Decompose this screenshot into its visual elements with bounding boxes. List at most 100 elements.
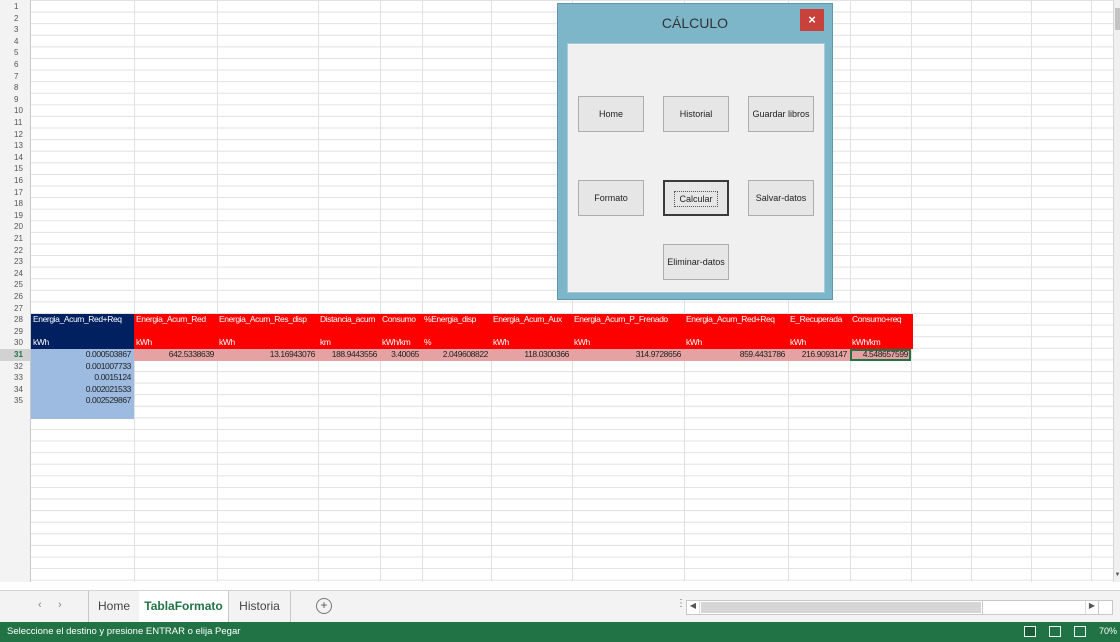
unit-cell[interactable]: kWh	[684, 337, 790, 349]
row-header[interactable]: 5	[0, 47, 30, 59]
unit-cell[interactable]: kWh/km	[850, 337, 913, 349]
data-cell[interactable]: 0.0015124	[31, 372, 134, 384]
historial-button[interactable]: Historial	[663, 96, 729, 132]
row-header[interactable]: 7	[0, 71, 30, 83]
row-header[interactable]: 28	[0, 314, 30, 326]
data-cell[interactable]: 118.0300366	[491, 349, 572, 361]
unit-cell[interactable]: kWh/km	[380, 337, 424, 349]
tab-split-handle[interactable]: ⋮	[676, 598, 686, 609]
row-header[interactable]: 16	[0, 175, 30, 187]
data-cell[interactable]: 188.9443556	[318, 349, 380, 361]
row-header[interactable]: 18	[0, 198, 30, 210]
data-cell[interactable]: 0.002021533	[31, 383, 134, 396]
row-header[interactable]: 23	[0, 256, 30, 268]
column-header-cell[interactable]: %Energia_disp	[422, 314, 493, 326]
row-header[interactable]: 24	[0, 268, 30, 280]
tab-home[interactable]: Home	[88, 591, 140, 622]
row-header[interactable]: 26	[0, 291, 30, 303]
close-icon[interactable]: ×	[800, 9, 824, 31]
row-header[interactable]: 13	[0, 140, 30, 152]
row-header[interactable]: 6	[0, 59, 30, 71]
data-cell[interactable]: 0.002529867	[31, 395, 134, 407]
page-layout-icon[interactable]	[1049, 626, 1061, 637]
column-header-cell[interactable]: Consumo+req	[850, 314, 913, 326]
column-header-cell[interactable]: Consumo	[380, 314, 424, 326]
scroll-down-icon[interactable]: ▼	[1114, 572, 1120, 582]
column-header-cell[interactable]: Distancia_acum	[318, 314, 382, 326]
row-header[interactable]: 8	[0, 82, 30, 94]
data-cell[interactable]: 859.4431786	[684, 349, 788, 361]
data-cell[interactable]	[31, 407, 134, 419]
unit-cell[interactable]: kWh	[31, 337, 136, 349]
data-cell[interactable]: 642.5338639	[134, 349, 217, 361]
row-header[interactable]: 19	[0, 210, 30, 222]
horizontal-scroll-thumb[interactable]	[701, 602, 981, 613]
tab-next-icon[interactable]: ›	[58, 599, 62, 611]
column-header-cell[interactable]: Energia_Acum_Red+Req	[684, 314, 790, 326]
tab-prev-icon[interactable]: ‹	[38, 599, 42, 611]
row-header[interactable]: 35	[0, 395, 30, 407]
guardar-libros-button[interactable]: Guardar libros	[748, 96, 814, 132]
horizontal-scroll-track[interactable]: ▶	[982, 600, 1099, 615]
column-header-cell[interactable]: Energia_Acum_Red+Req	[31, 314, 136, 326]
zoom-level[interactable]: 70%	[1099, 626, 1117, 636]
page-break-icon[interactable]	[1074, 626, 1086, 637]
row-header[interactable]: 9	[0, 94, 30, 106]
row-header[interactable]: 12	[0, 129, 30, 141]
selected-cell[interactable]: 4.548657599	[850, 349, 911, 361]
column-header-cell[interactable]: Energia_Acum_P_Frenado	[572, 314, 686, 326]
row-header[interactable]: 10	[0, 105, 30, 117]
data-cell[interactable]: 0.001007733	[31, 360, 134, 373]
scroll-right-icon[interactable]: ▶	[1085, 601, 1098, 614]
eliminar-datos-button[interactable]: Eliminar-datos	[663, 244, 729, 280]
row-header[interactable]: 17	[0, 187, 30, 199]
row-header[interactable]: 11	[0, 117, 30, 129]
home-button[interactable]: Home	[578, 96, 644, 132]
unit-cell[interactable]: kWh	[134, 337, 219, 349]
unit-cell[interactable]: kWh	[788, 337, 852, 349]
row-header[interactable]: 27	[0, 303, 30, 315]
column-header-cell[interactable]: Energia_Acum_Res_disp	[217, 314, 320, 326]
row-header[interactable]: 32	[0, 361, 30, 373]
calcular-button[interactable]: Calcular	[663, 180, 729, 216]
unit-cell[interactable]: kWh	[572, 337, 686, 349]
unit-cell[interactable]: kWh	[217, 337, 320, 349]
row-header[interactable]: 22	[0, 245, 30, 257]
data-cell[interactable]: 13.16943076	[217, 349, 318, 361]
unit-cell[interactable]: km	[318, 337, 382, 349]
row-header[interactable]: 34	[0, 384, 30, 396]
column-header-cell[interactable]: E_Recuperada	[788, 314, 852, 326]
row-header[interactable]: 3	[0, 24, 30, 36]
row-header[interactable]: 25	[0, 279, 30, 291]
tab-historia[interactable]: Historia	[229, 591, 291, 622]
unit-cell[interactable]: kWh	[491, 337, 574, 349]
row-header[interactable]: 2	[0, 13, 30, 25]
vertical-scrollbar[interactable]: ▼	[1113, 0, 1120, 582]
row-header[interactable]: 21	[0, 233, 30, 245]
row-header[interactable]: 31	[0, 349, 30, 361]
data-cell[interactable]: 2.049608822	[422, 349, 491, 361]
normal-view-icon[interactable]	[1024, 626, 1036, 637]
formato-button[interactable]: Formato	[578, 180, 644, 216]
row-header[interactable]: 29	[0, 326, 30, 338]
row-header[interactable]: 1	[0, 1, 30, 13]
dialog-title: CÁLCULO	[661, 15, 729, 31]
row-header[interactable]: 20	[0, 221, 30, 233]
row-header[interactable]: 14	[0, 152, 30, 164]
column-header-cell[interactable]: Energia_Acum_Red	[134, 314, 219, 326]
unit-cell[interactable]: %	[422, 337, 493, 349]
data-cell[interactable]: 314.9728656	[572, 349, 684, 361]
row-header[interactable]: 30	[0, 337, 30, 349]
tab-tablaformato[interactable]: TablaFormato	[139, 591, 229, 624]
row-header[interactable]: 15	[0, 163, 30, 175]
plus-circle-icon[interactable]: +	[316, 598, 332, 614]
data-cell[interactable]: 0.000503867	[31, 349, 134, 361]
row-header[interactable]: 4	[0, 36, 30, 48]
vertical-scroll-thumb[interactable]	[1115, 8, 1120, 30]
scroll-left-icon[interactable]: ◀	[687, 601, 700, 614]
salvar-datos-button[interactable]: Salvar-datos	[748, 180, 814, 216]
data-cell[interactable]: 216.9093147	[788, 349, 850, 361]
data-cell[interactable]: 3.40065	[380, 349, 422, 361]
row-header[interactable]: 33	[0, 372, 30, 384]
column-header-cell[interactable]: Energia_Acum_Aux	[491, 314, 574, 326]
